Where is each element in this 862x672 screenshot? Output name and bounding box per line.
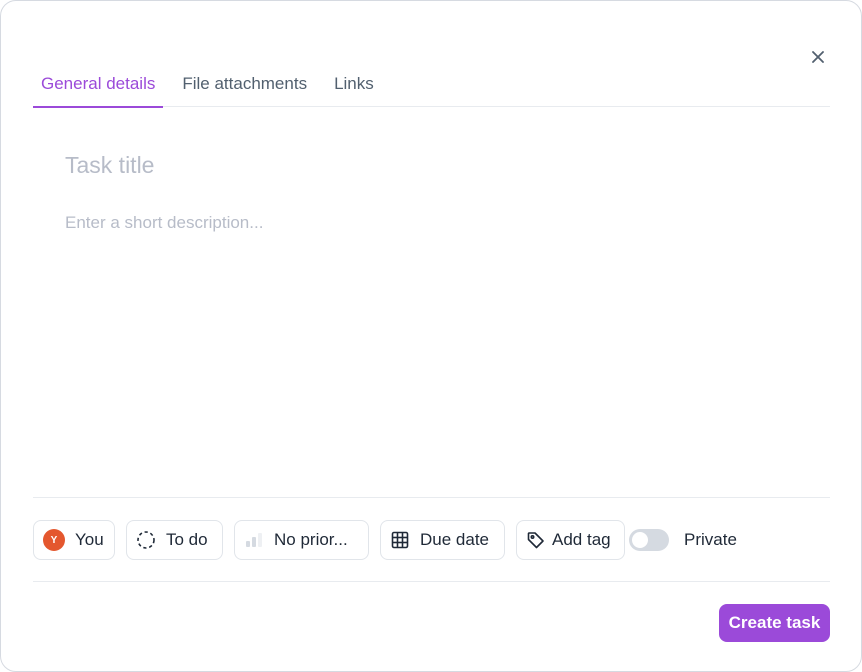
create-task-dialog: General details File attachments Links Y… [0, 0, 862, 672]
close-button[interactable] [807, 46, 829, 68]
add-tag-button[interactable]: Add tag [516, 520, 625, 560]
task-description-input[interactable] [65, 213, 805, 483]
toggle-knob [632, 532, 648, 548]
tab-file-attachments[interactable]: File attachments [174, 67, 315, 107]
create-task-button[interactable]: Create task [719, 604, 830, 642]
status-button[interactable]: To do [126, 520, 223, 560]
avatar: Y [43, 529, 65, 551]
tab-general-details[interactable]: General details [33, 67, 164, 108]
add-tag-label: Add tag [552, 530, 611, 549]
tab-bar: General details File attachments Links [33, 67, 830, 108]
private-toggle[interactable] [629, 529, 669, 551]
status-label: To do [166, 530, 208, 549]
assignee-button[interactable]: Y You [33, 520, 115, 560]
due-date-label: Due date [420, 530, 489, 549]
tab-links[interactable]: Links [326, 67, 382, 107]
assignee-label: You [75, 530, 104, 549]
priority-label: No prior... [274, 530, 348, 549]
task-title-input[interactable] [65, 149, 805, 181]
dashed-circle-icon [136, 530, 156, 550]
divider [33, 581, 830, 582]
private-label: Private [684, 530, 737, 549]
divider [33, 497, 830, 498]
due-date-button[interactable]: Due date [380, 520, 505, 560]
tag-icon [526, 530, 546, 550]
priority-bars-icon [244, 530, 264, 550]
calendar-grid-icon [390, 530, 410, 550]
close-icon [812, 51, 824, 63]
priority-button[interactable]: No prior... [234, 520, 369, 560]
